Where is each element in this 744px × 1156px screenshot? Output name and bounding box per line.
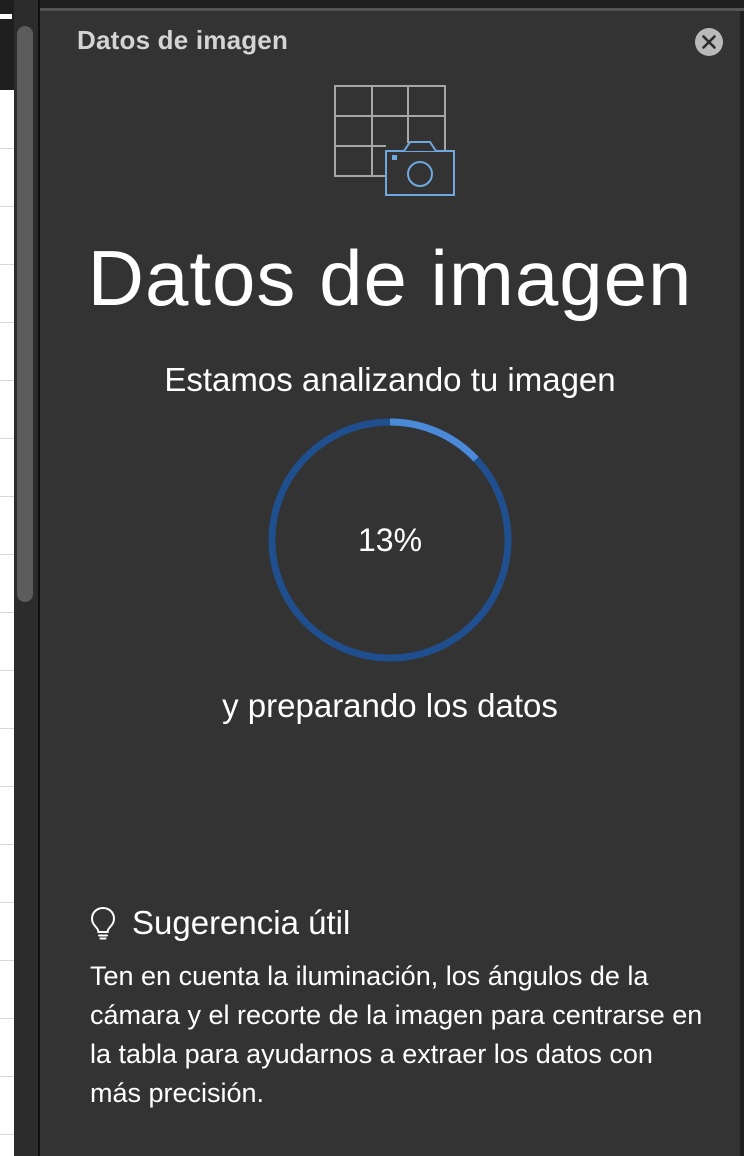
grid-line (0, 1134, 14, 1135)
window-right-edge (740, 11, 744, 1156)
scrollbar-track[interactable] (14, 0, 38, 1156)
grid-line (0, 148, 14, 149)
grid-line (0, 1018, 14, 1019)
header-marker (0, 14, 12, 19)
analyzing-message: Estamos analizando tu imagen (164, 361, 616, 398)
app-root: Datos de imagen Datos de imagen Estamos … (0, 0, 744, 1156)
grid-line (0, 844, 14, 845)
grid-line (0, 670, 14, 671)
grid-line (0, 1076, 14, 1077)
grid-line (0, 728, 14, 729)
grid-line (0, 380, 14, 381)
tip-title: Sugerencia útil (132, 904, 351, 941)
tip-header: Sugerencia útil (90, 903, 350, 943)
tip-text: Ten en cuenta la iluminación, los ángulo… (90, 961, 703, 1108)
image-data-pane: Datos de imagen Datos de imagen Estamos … (40, 11, 740, 1156)
grid-line (0, 206, 14, 207)
progress-ring: 13% (266, 416, 514, 664)
grid-line (0, 438, 14, 439)
hero-title: Datos de imagen (87, 234, 693, 322)
lightbulb-icon (90, 906, 116, 940)
spreadsheet-strip (0, 0, 14, 1156)
preparing-message: y preparando los datos (222, 687, 558, 724)
grid-line (0, 786, 14, 787)
table-camera-icon (334, 85, 455, 196)
scrollbar-thumb[interactable] (17, 26, 33, 602)
grid-line (0, 960, 14, 961)
spreadsheet-header (0, 0, 14, 90)
grid-line (0, 554, 14, 555)
progress-percent: 13% (357, 522, 423, 558)
pane-title: Datos de imagen (77, 25, 289, 55)
close-button[interactable] (695, 28, 723, 56)
grid-line (0, 902, 14, 903)
grid-line (0, 322, 14, 323)
grid-line (0, 612, 14, 613)
close-icon (702, 35, 716, 49)
grid-line (0, 496, 14, 497)
window-top-edge (40, 0, 744, 8)
grid-line (0, 264, 14, 265)
